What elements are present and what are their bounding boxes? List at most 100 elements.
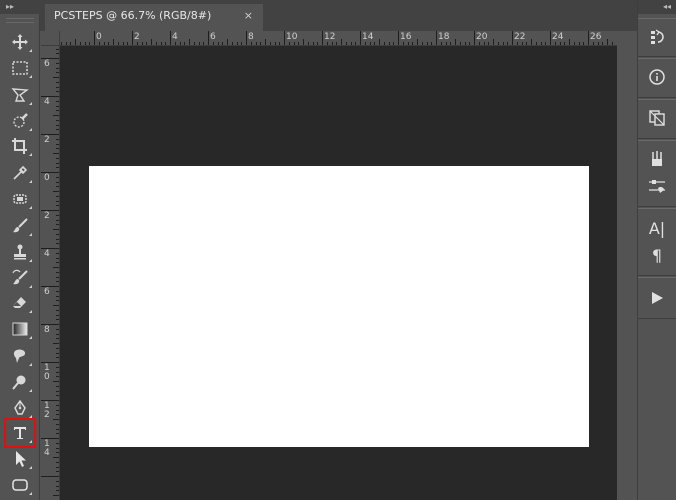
info-icon bbox=[649, 69, 665, 85]
ruler-tick bbox=[56, 409, 59, 411]
ruler-tick bbox=[56, 252, 59, 254]
history-panel[interactable] bbox=[645, 25, 669, 49]
ruler-tick bbox=[108, 42, 110, 45]
ruler-label: 12 bbox=[44, 401, 50, 420]
ruler-tick bbox=[56, 319, 59, 321]
canvas-pasteboard[interactable] bbox=[60, 46, 617, 500]
shape-tool[interactable] bbox=[7, 473, 33, 497]
layer-comps-panel[interactable] bbox=[645, 106, 669, 130]
dock-collapse-button[interactable]: ◂◂ bbox=[638, 0, 676, 14]
ruler-tick bbox=[56, 357, 59, 359]
ruler-tick bbox=[56, 300, 59, 302]
lasso-tool[interactable] bbox=[7, 83, 33, 107]
healing-brush-tool[interactable] bbox=[7, 187, 33, 211]
ruler-tick bbox=[53, 153, 59, 154]
close-icon[interactable]: × bbox=[244, 4, 253, 28]
ruler-tick bbox=[56, 433, 59, 435]
ruler-tick bbox=[53, 191, 59, 192]
layer-comps-icon bbox=[649, 110, 665, 126]
ruler-tick bbox=[53, 381, 59, 382]
ruler-tick bbox=[56, 352, 59, 354]
marquee-tool[interactable] bbox=[7, 56, 33, 80]
document-tab[interactable]: PCSTEPS @ 66.7% (RGB/8#) × bbox=[45, 4, 263, 31]
ruler-tick bbox=[56, 452, 59, 454]
ruler-tick bbox=[459, 42, 461, 45]
ruler-tick bbox=[56, 81, 59, 83]
gradient-tool[interactable] bbox=[7, 317, 33, 341]
ruler-tick bbox=[56, 390, 59, 392]
ruler-tick bbox=[136, 42, 138, 45]
vertical-ruler[interactable]: 6 4 2 0 2 4 6 8 10 12 14 bbox=[41, 46, 60, 500]
ruler-tick bbox=[56, 72, 59, 74]
ruler-label: 4 bbox=[44, 249, 50, 259]
ruler-tick bbox=[79, 42, 81, 45]
move-tool[interactable] bbox=[7, 30, 33, 54]
ruler-tick bbox=[53, 419, 59, 420]
ruler-tick bbox=[540, 42, 542, 45]
ruler-tick bbox=[426, 42, 428, 45]
tools-collapse-button[interactable]: ▸▸ bbox=[0, 0, 40, 14]
ruler-label: 6 bbox=[210, 32, 216, 42]
ruler-tick bbox=[56, 167, 59, 169]
brush-tool[interactable] bbox=[7, 214, 33, 238]
eyedropper-tool[interactable] bbox=[7, 161, 33, 185]
horizontal-ruler[interactable]: 0 2 4 6 8 10 12 14 16 18 20 22 24 26 bbox=[60, 31, 617, 46]
ruler-tick bbox=[469, 42, 471, 45]
ruler-tick bbox=[421, 42, 423, 45]
type-tool[interactable] bbox=[4, 418, 36, 448]
pen-tool[interactable] bbox=[7, 396, 33, 420]
ruler-tick bbox=[56, 67, 59, 69]
pen-icon bbox=[14, 399, 26, 415]
ruler-tick bbox=[89, 42, 91, 45]
ruler-tick bbox=[212, 42, 214, 45]
history-brush-tool[interactable] bbox=[7, 266, 33, 290]
ruler-tick bbox=[478, 42, 480, 45]
ruler-tick bbox=[56, 414, 59, 416]
ruler-tick bbox=[56, 338, 59, 340]
smudge-tool[interactable] bbox=[7, 344, 33, 368]
ruler-tick bbox=[203, 42, 205, 45]
dock-divider bbox=[638, 206, 676, 207]
document-canvas[interactable] bbox=[89, 166, 589, 447]
ruler-origin[interactable] bbox=[41, 31, 60, 46]
quick-selection-tool[interactable] bbox=[7, 109, 33, 133]
ruler-tick bbox=[269, 42, 271, 45]
ruler-tick bbox=[56, 48, 59, 50]
ruler-tick bbox=[398, 31, 399, 45]
dock-grip[interactable] bbox=[638, 18, 676, 19]
crop-tool[interactable] bbox=[7, 134, 33, 158]
ruler-tick bbox=[117, 42, 119, 45]
ruler-tick bbox=[559, 42, 561, 45]
ruler-tick bbox=[56, 281, 59, 283]
tools-panel-grip[interactable] bbox=[6, 18, 34, 23]
info-panel[interactable] bbox=[645, 65, 669, 89]
ruler-tick bbox=[227, 39, 228, 45]
ruler-tick bbox=[56, 195, 59, 197]
ruler-tick bbox=[56, 262, 59, 264]
dock-divider bbox=[638, 58, 676, 59]
ruler-tick bbox=[56, 333, 59, 335]
brush-settings-panel[interactable] bbox=[645, 174, 669, 198]
vertical-scrollbar[interactable] bbox=[617, 31, 637, 500]
path-selection-tool[interactable] bbox=[7, 447, 33, 471]
ruler-tick bbox=[588, 31, 589, 45]
ruler-tick bbox=[184, 42, 186, 45]
healing-brush-icon bbox=[13, 194, 27, 204]
clone-stamp-tool[interactable] bbox=[7, 240, 33, 264]
ruler-tick bbox=[592, 42, 594, 45]
ruler-tick bbox=[516, 42, 518, 45]
history-brush-icon bbox=[12, 269, 28, 285]
path-selection-icon bbox=[16, 451, 26, 467]
eraser-tool[interactable] bbox=[7, 291, 33, 315]
paragraph-panel[interactable]: ¶ bbox=[645, 243, 669, 267]
character-panel[interactable]: A| bbox=[645, 216, 669, 240]
ruler-tick bbox=[56, 371, 59, 373]
dodge-tool[interactable] bbox=[7, 370, 33, 394]
ruler-tick bbox=[573, 42, 575, 45]
ruler-tick bbox=[360, 31, 361, 45]
ruler-tick bbox=[607, 39, 608, 45]
ruler-tick bbox=[56, 91, 59, 93]
brushes-panel[interactable] bbox=[645, 147, 669, 171]
ruler-tick bbox=[250, 42, 252, 45]
actions-panel[interactable] bbox=[645, 286, 669, 310]
